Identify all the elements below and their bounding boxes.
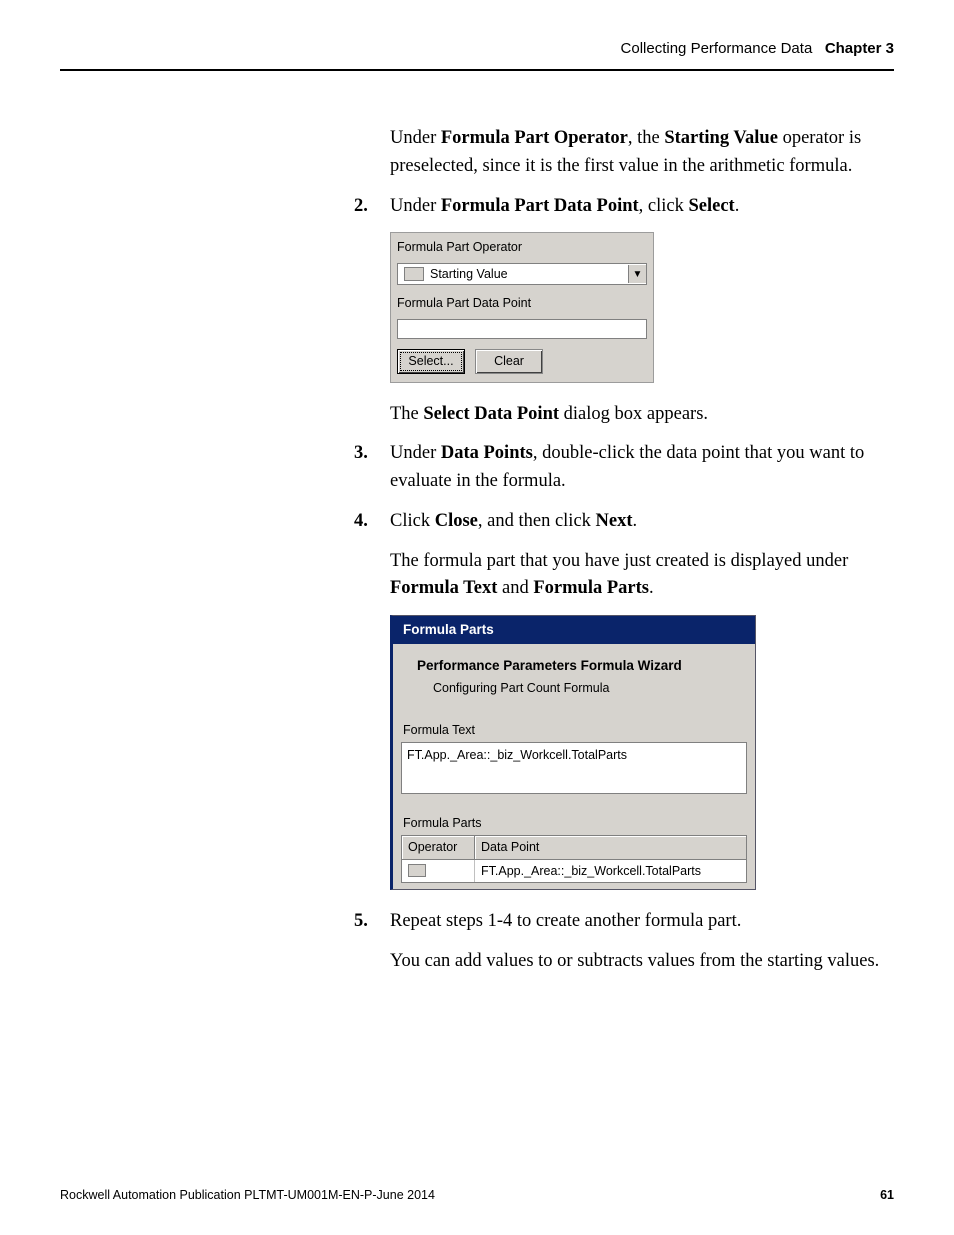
footer-page-number: 61 [880,1188,894,1202]
footer-publication: Rockwell Automation Publication PLTMT-UM… [60,1188,435,1202]
step-2: 2. Under Formula Part Data Point, click … [354,193,894,221]
step-5: 5. Repeat steps 1-4 to create another fo… [354,908,894,936]
step-number: 2. [354,193,390,221]
paragraph-formula-displayed: The formula part that you have just crea… [390,548,894,604]
screenshot-formula-part-panel: Formula Part Operator Starting Value ▼ F… [390,232,654,382]
step-4: 4. Click Close, and then click Next. [354,508,894,536]
step-number: 4. [354,508,390,536]
wizard-subtitle: Configuring Part Count Formula [393,679,755,718]
datapoint-input[interactable] [397,319,647,339]
paragraph-add-values: You can add values to or subtracts value… [390,948,894,976]
wizard-title: Performance Parameters Formula Wizard [393,644,755,678]
header-rule [60,69,894,71]
formula-text-box[interactable]: FT.App._Area::_biz_Workcell.TotalParts [401,742,747,794]
col-data-point: Data Point [475,835,747,860]
select-button[interactable]: Select... [397,349,465,374]
page-footer: Rockwell Automation Publication PLTMT-UM… [60,1188,894,1202]
label-formula-part-operator: Formula Part Operator [391,233,653,259]
grid-header: Operator Data Point [401,835,747,860]
step-3: 3. Under Data Points, double-click the d… [354,440,894,496]
operator-color-swatch [408,864,426,877]
cell-operator [402,860,475,883]
grid-row[interactable]: FT.App._Area::_biz_Workcell.TotalParts [401,860,747,884]
clear-button[interactable]: Clear [475,349,543,374]
body-content: Under Formula Part Operator, the Startin… [390,125,894,976]
header-chapter: Chapter 3 [825,40,894,57]
screenshot-formula-parts-dialog: Formula Parts Performance Parameters For… [390,615,756,890]
paragraph-select-dialog: The Select Data Point dialog box appears… [390,401,894,429]
label-formula-text: Formula Text [393,717,755,742]
label-formula-part-data-point: Formula Part Data Point [391,289,653,315]
header-section: Collecting Performance Data [621,40,813,57]
paragraph-intro: Under Formula Part Operator, the Startin… [390,125,894,181]
label-formula-parts: Formula Parts [393,810,755,835]
step-number: 5. [354,908,390,936]
page-header: Collecting Performance Data Chapter 3 [60,40,894,57]
col-operator: Operator [401,835,475,860]
cell-data-point: FT.App._Area::_biz_Workcell.TotalParts [475,860,746,883]
dialog-titlebar: Formula Parts [393,616,755,644]
step-number: 3. [354,440,390,496]
chevron-down-icon[interactable]: ▼ [628,265,646,283]
combo-starting-value[interactable]: Starting Value ▼ [397,263,647,285]
operator-color-swatch [404,267,424,281]
combo-text: Starting Value [430,265,628,284]
